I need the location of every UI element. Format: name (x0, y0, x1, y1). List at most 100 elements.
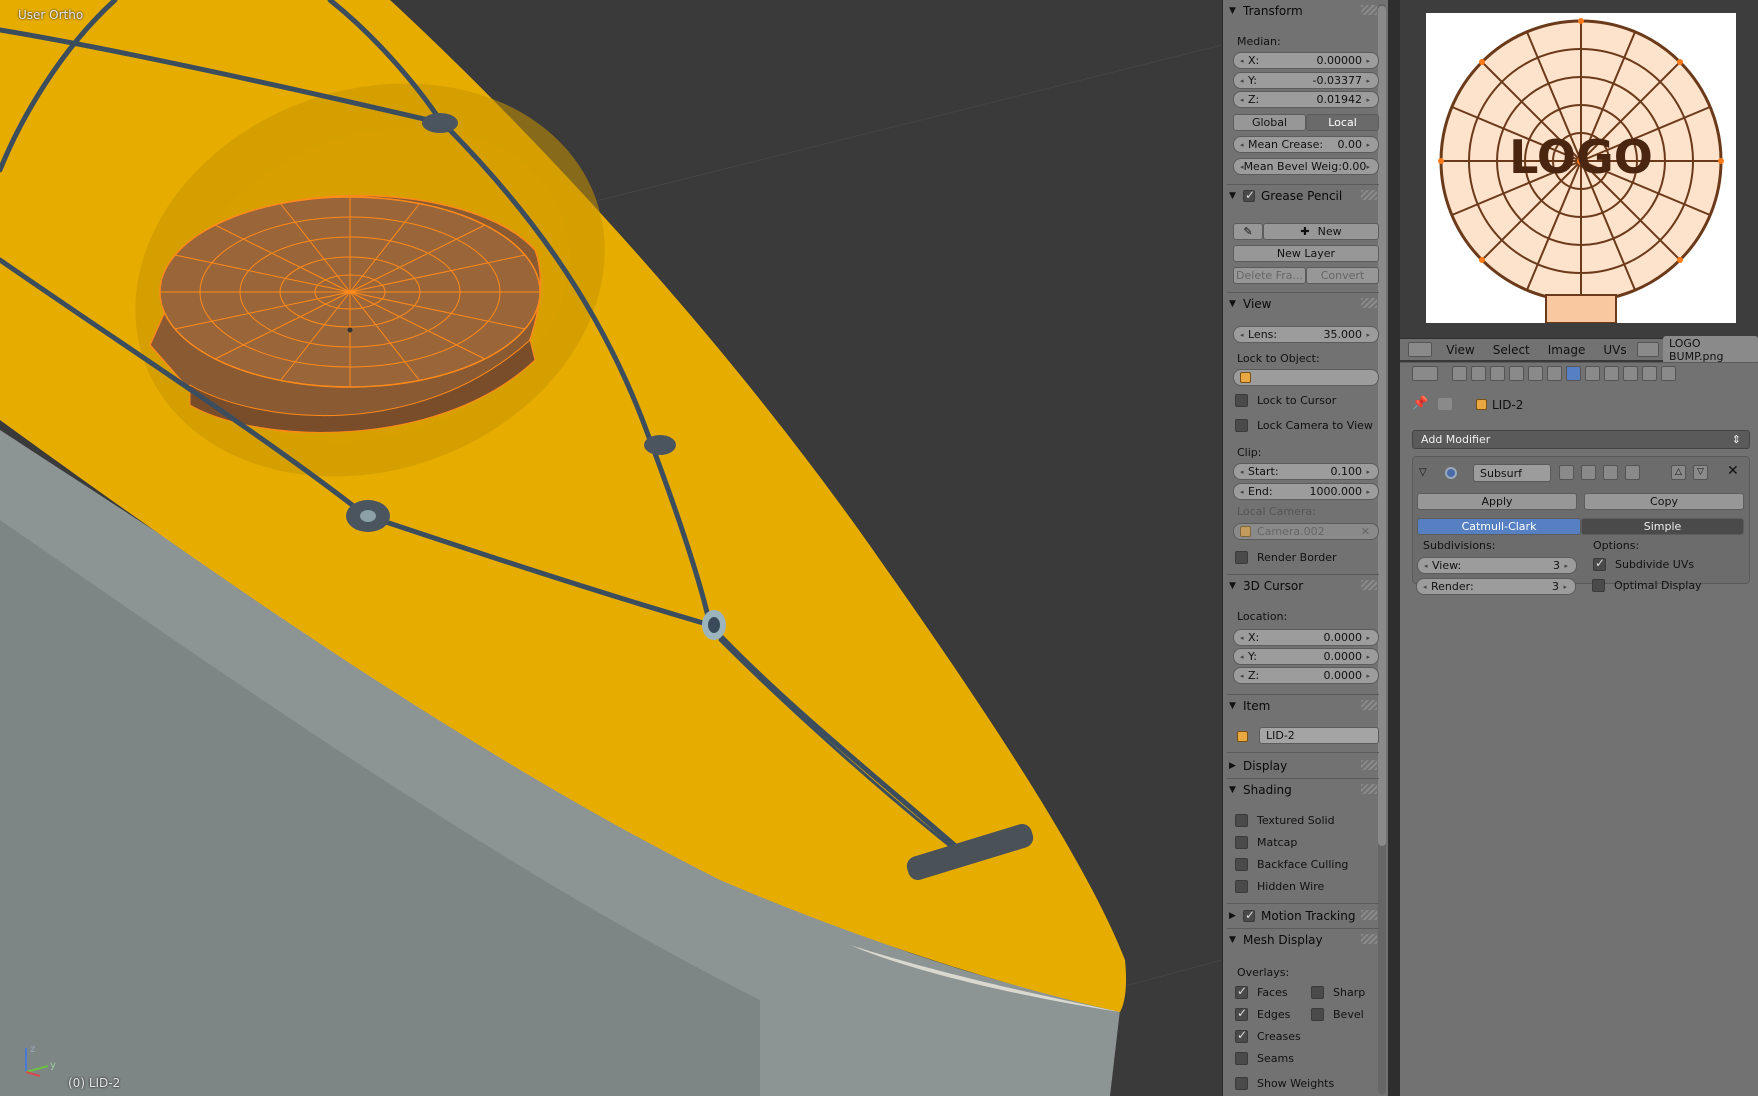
item-name-field[interactable]: LID-2 (1259, 727, 1379, 744)
render-tab-icon[interactable] (1452, 366, 1467, 381)
scene-tab-icon[interactable] (1490, 366, 1505, 381)
mean-bevel-field[interactable]: ◂ Mean Bevel Weig: 0.00 ▸ (1233, 158, 1379, 175)
lock-cursor-checkbox[interactable]: Lock to Cursor (1235, 394, 1336, 407)
mesh-context-icon (1438, 398, 1452, 410)
clip-start-field[interactable]: ◂ Start: 0.100 ▸ (1233, 463, 1379, 480)
lens-field[interactable]: ◂ Lens: 35.000 ▸ (1233, 326, 1379, 343)
cursor-x-field[interactable]: ◂ X: 0.0000 ▸ (1233, 629, 1379, 646)
modifiers-tab-icon[interactable] (1566, 366, 1581, 381)
hidden-wire-checkbox[interactable]: Hidden Wire (1235, 880, 1324, 893)
panel-header-item[interactable]: ▼ Item (1229, 696, 1377, 716)
convert-button[interactable]: Convert (1306, 267, 1379, 284)
physics-tab-icon[interactable] (1661, 366, 1676, 381)
move-down-icon[interactable]: ▽ (1693, 465, 1708, 480)
faces-checkbox[interactable]: Faces (1235, 984, 1288, 999)
material-tab-icon[interactable] (1604, 366, 1619, 381)
clear-camera-icon[interactable]: ✕ (1361, 525, 1370, 538)
copy-button[interactable]: Copy (1584, 493, 1744, 510)
simple-toggle[interactable]: Simple (1581, 518, 1744, 535)
lock-object-field[interactable] (1233, 369, 1379, 386)
catmull-clark-toggle[interactable]: Catmull-Clark (1417, 518, 1581, 535)
cursor-z-field[interactable]: ◂ Z: 0.0000 ▸ (1233, 667, 1379, 684)
particles-tab-icon[interactable] (1642, 366, 1657, 381)
sharp-checkbox[interactable]: Sharp (1311, 986, 1365, 999)
3d-viewport[interactable]: User Ortho (0) LID-2 z y (0, 0, 1222, 1096)
clip-label: Clip: (1237, 446, 1262, 459)
local-camera-label: Local Camera: (1237, 505, 1316, 518)
median-z-field[interactable]: ◂ Z: 0.01942 ▸ (1233, 91, 1379, 108)
bevel-checkbox[interactable]: Bevel (1311, 1008, 1364, 1021)
cage-toggle-icon[interactable] (1625, 465, 1640, 480)
data-tab-icon[interactable] (1585, 366, 1600, 381)
properties-editor: 📌 LID-2 Add Modifier ⇕ ▽ Subsurf △ ▽ ✕ Ap… (1400, 384, 1758, 1096)
collapse-icon[interactable]: ▽ (1419, 467, 1427, 478)
global-toggle[interactable]: Global (1233, 114, 1306, 131)
panel-header-grease-pencil[interactable]: ▼Grease Pencil (1229, 186, 1377, 206)
pencil-icon[interactable]: ✎ (1233, 223, 1263, 240)
backface-culling-checkbox[interactable]: Backface Culling (1235, 858, 1348, 871)
add-modifier-dropdown[interactable]: Add Modifier ⇕ (1412, 430, 1750, 449)
image-name-field[interactable]: LOGO BUMP.png (1663, 335, 1758, 364)
delete-frame-button[interactable]: Delete Fra... (1233, 267, 1306, 284)
panel-header-display[interactable]: ▶ Display (1229, 756, 1377, 776)
subdiv-render-field[interactable]: ◂ Render: 3 ▸ (1416, 578, 1576, 595)
image-browse-icon[interactable] (1636, 342, 1659, 357)
axis-gizmo: z y (25, 1044, 56, 1077)
pin-icon[interactable]: 📌 (1412, 396, 1428, 411)
new-layer-button[interactable]: New Layer (1233, 245, 1379, 262)
render-border-checkbox[interactable]: Render Border (1235, 551, 1337, 564)
mean-crease-field[interactable]: ◂ Mean Crease: 0.00 ▸ (1233, 136, 1379, 153)
local-toggle[interactable]: Local (1306, 114, 1379, 131)
show-weights-checkbox[interactable]: Show Weights (1235, 1077, 1334, 1090)
constraints-tab-icon[interactable] (1547, 366, 1562, 381)
panel-header-transform[interactable]: ▼ Transform (1229, 1, 1377, 21)
panel-header-motion-tracking[interactable]: ▶Motion Tracking (1229, 906, 1377, 926)
render-toggle-icon[interactable] (1559, 465, 1574, 480)
uv-image-canvas[interactable]: LOGO (1426, 13, 1736, 324)
textured-solid-checkbox[interactable]: Textured Solid (1235, 814, 1335, 827)
properties-editor-type-icon[interactable] (1412, 366, 1438, 381)
panel-header-mesh-display[interactable]: ▼ Mesh Display (1229, 930, 1377, 950)
menu-image[interactable]: Image (1548, 343, 1586, 357)
area-divider[interactable] (1388, 0, 1400, 1096)
viewport-toggle-icon[interactable] (1581, 465, 1596, 480)
cursor-y-field[interactable]: ◂ Y: 0.0000 ▸ (1233, 648, 1379, 665)
svg-text:y: y (50, 1060, 56, 1071)
subdivide-uvs-checkbox[interactable]: Subdivide UVs (1593, 556, 1694, 571)
apply-button[interactable]: Apply (1417, 493, 1577, 510)
lock-camera-checkbox[interactable]: Lock Camera to View (1235, 419, 1373, 432)
uv-image-editor[interactable]: LOGO (1400, 0, 1758, 338)
new-grease-pencil-button[interactable]: ✚ New (1263, 223, 1379, 240)
panel-header-view[interactable]: ▼ View (1229, 294, 1377, 314)
local-camera-field[interactable]: Camera.002 ✕ (1233, 523, 1379, 540)
panel-header-shading[interactable]: ▼ Shading (1229, 780, 1377, 800)
seams-checkbox[interactable]: Seams (1235, 1052, 1294, 1065)
menu-select[interactable]: Select (1493, 343, 1530, 357)
matcap-checkbox[interactable]: Matcap (1235, 836, 1297, 849)
edges-checkbox[interactable]: Edges (1235, 1006, 1290, 1021)
active-object-label: (0) LID-2 (68, 1076, 121, 1090)
menu-uvs[interactable]: UVs (1603, 343, 1626, 357)
world-tab-icon[interactable] (1509, 366, 1524, 381)
move-up-icon[interactable]: △ (1671, 465, 1686, 480)
modifier-name-field[interactable]: Subsurf (1473, 464, 1551, 482)
clip-end-field[interactable]: ◂ End: 1000.000 ▸ (1233, 483, 1379, 500)
texture-tab-icon[interactable] (1623, 366, 1638, 381)
editor-type-icon[interactable] (1408, 342, 1433, 357)
median-y-field[interactable]: ◂ Y: -0.03377 ▸ (1233, 72, 1379, 89)
lid-mesh[interactable] (149, 194, 542, 433)
creases-checkbox[interactable]: Creases (1235, 1028, 1301, 1043)
object-tab-icon[interactable] (1528, 366, 1543, 381)
panel-header-3d-cursor[interactable]: ▼ 3D Cursor (1229, 576, 1377, 596)
remove-modifier-icon[interactable]: ✕ (1727, 463, 1739, 479)
median-x-field[interactable]: ◂ X: 0.00000 ▸ (1233, 52, 1379, 69)
menu-view[interactable]: View (1446, 343, 1474, 357)
subdiv-view-field[interactable]: ◂ View: 3 ▸ (1417, 557, 1577, 574)
grease-pencil-toggle[interactable] (1243, 188, 1255, 202)
optimal-display-checkbox[interactable]: Optimal Display (1592, 579, 1702, 592)
motion-tracking-toggle[interactable] (1243, 908, 1255, 922)
render-layers-tab-icon[interactable] (1471, 366, 1486, 381)
cursor-location-label: Location: (1237, 610, 1288, 623)
shelf-scrollbar[interactable] (1378, 6, 1386, 846)
editmode-toggle-icon[interactable] (1603, 465, 1618, 480)
